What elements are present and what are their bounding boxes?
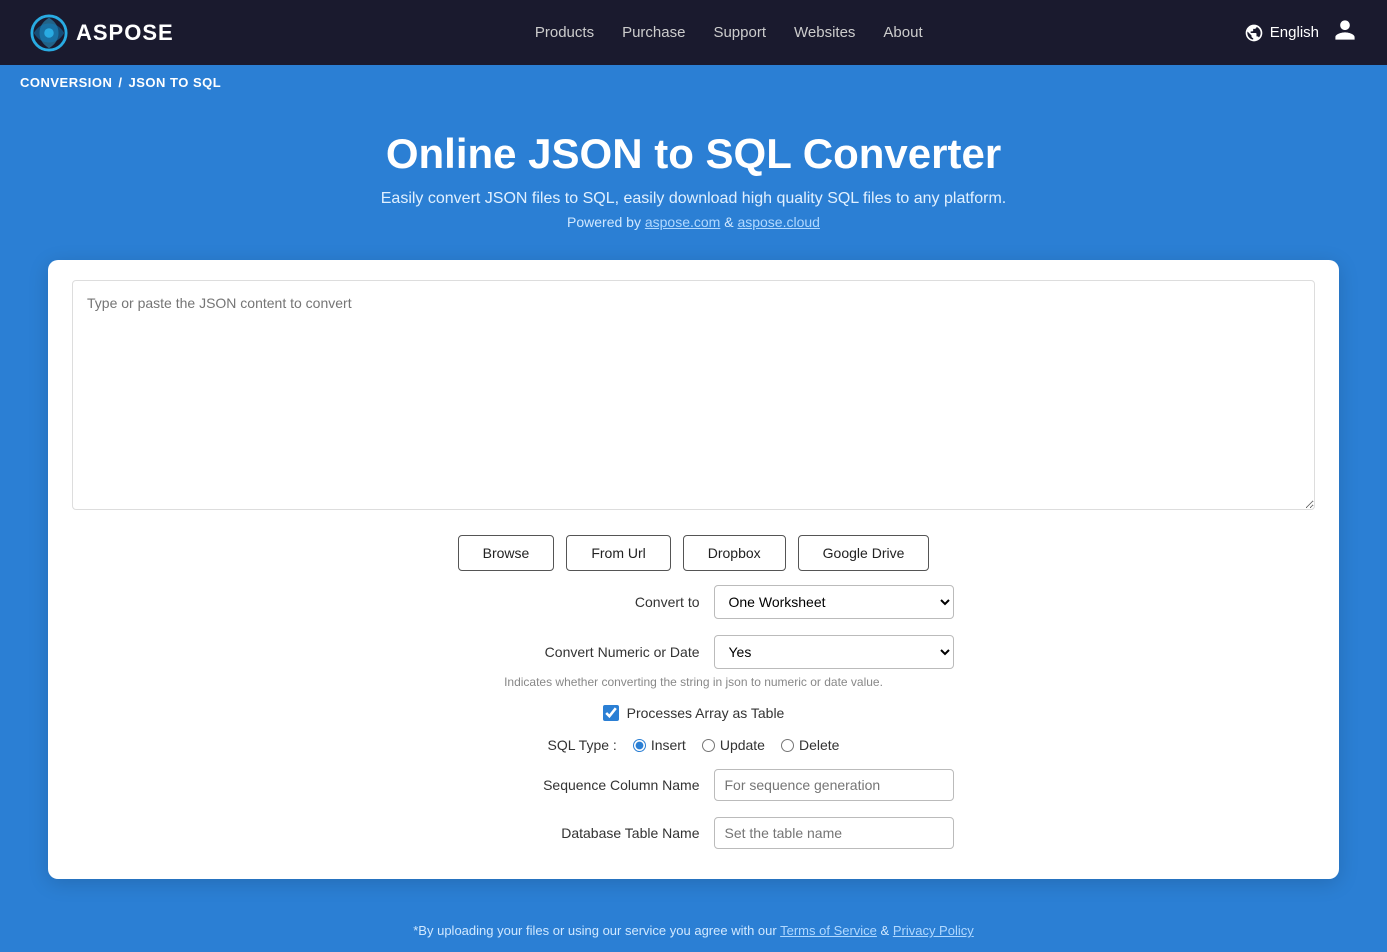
convert-to-select[interactable]: One Worksheet Multiple Worksheets	[714, 585, 954, 619]
sql-delete-label: Delete	[799, 737, 839, 753]
language-selector[interactable]: English	[1244, 23, 1319, 43]
sql-update-label: Update	[720, 737, 765, 753]
nav-about[interactable]: About	[883, 24, 922, 41]
page-title: Online JSON to SQL Converter	[20, 130, 1367, 178]
logo-icon	[30, 14, 68, 52]
powered-prefix: Powered by	[567, 214, 645, 230]
numeric-label: Convert Numeric or Date	[540, 644, 700, 660]
db-table-row: Database Table Name	[434, 817, 954, 849]
nav-support[interactable]: Support	[713, 24, 766, 41]
sql-type-row: SQL Type : Insert Update Delete	[548, 737, 840, 753]
sql-delete-radio[interactable]	[781, 739, 794, 752]
convert-to-row: Convert to One Worksheet Multiple Worksh…	[434, 585, 954, 619]
sql-insert-option[interactable]: Insert	[633, 737, 686, 753]
seq-col-row: Sequence Column Name	[434, 769, 954, 801]
sql-type-label: SQL Type :	[548, 737, 617, 753]
seq-col-input[interactable]	[714, 769, 954, 801]
dropbox-button[interactable]: Dropbox	[683, 535, 786, 571]
convert-to-label: Convert to	[540, 594, 700, 610]
numeric-row: Convert Numeric or Date Yes No	[434, 635, 954, 669]
file-buttons: Browse From Url Dropbox Google Drive	[72, 535, 1315, 571]
sql-insert-label: Insert	[651, 737, 686, 753]
sql-delete-option[interactable]: Delete	[781, 737, 839, 753]
aspose-com-link[interactable]: aspose.com	[645, 214, 720, 230]
powered-by: Powered by aspose.com & aspose.cloud	[20, 214, 1367, 230]
seq-col-label: Sequence Column Name	[540, 777, 700, 793]
breadcrumb-separator: /	[118, 75, 122, 90]
processes-array-checkbox[interactable]	[603, 705, 619, 721]
logo-text: ASPOSE	[76, 20, 174, 46]
numeric-select[interactable]: Yes No	[714, 635, 954, 669]
footer-amp: &	[877, 923, 893, 938]
breadcrumb: CONVERSION / JSON TO SQL	[0, 65, 1387, 100]
aspose-cloud-link[interactable]: aspose.cloud	[737, 214, 820, 230]
sql-update-option[interactable]: Update	[702, 737, 765, 753]
nav-links: Products Purchase Support Websites About	[234, 24, 1224, 41]
sql-insert-radio[interactable]	[633, 739, 646, 752]
footer-text: *By uploading your files or using our se…	[413, 923, 780, 938]
privacy-link[interactable]: Privacy Policy	[893, 923, 974, 938]
db-table-label: Database Table Name	[540, 825, 700, 841]
browse-button[interactable]: Browse	[458, 535, 555, 571]
globe-icon	[1244, 23, 1264, 43]
processes-array-label: Processes Array as Table	[627, 705, 785, 721]
nav-purchase[interactable]: Purchase	[622, 24, 685, 41]
breadcrumb-conversion[interactable]: CONVERSION	[20, 75, 112, 90]
user-icon[interactable]	[1333, 18, 1357, 48]
form-section: Convert to One Worksheet Multiple Worksh…	[72, 585, 1315, 849]
language-label: English	[1270, 24, 1319, 41]
nav-products[interactable]: Products	[535, 24, 594, 41]
breadcrumb-current: JSON TO SQL	[129, 75, 222, 90]
numeric-hint: Indicates whether converting the string …	[504, 675, 883, 689]
google-drive-button[interactable]: Google Drive	[798, 535, 930, 571]
nav-right: English	[1244, 18, 1357, 48]
tos-link[interactable]: Terms of Service	[780, 923, 877, 938]
processes-array-row: Processes Array as Table	[603, 705, 785, 721]
nav-websites[interactable]: Websites	[794, 24, 855, 41]
sql-update-radio[interactable]	[702, 739, 715, 752]
db-table-input[interactable]	[714, 817, 954, 849]
hero-section: Online JSON to SQL Converter Easily conv…	[0, 100, 1387, 260]
navbar: ASPOSE Products Purchase Support Website…	[0, 0, 1387, 65]
powered-amp: &	[720, 214, 737, 230]
main-card: Browse From Url Dropbox Google Drive Con…	[48, 260, 1339, 879]
logo[interactable]: ASPOSE	[30, 14, 174, 52]
json-input[interactable]	[72, 280, 1315, 510]
hero-subtitle: Easily convert JSON files to SQL, easily…	[20, 190, 1367, 208]
from-url-button[interactable]: From Url	[566, 535, 670, 571]
footer: *By uploading your files or using our se…	[0, 909, 1387, 952]
